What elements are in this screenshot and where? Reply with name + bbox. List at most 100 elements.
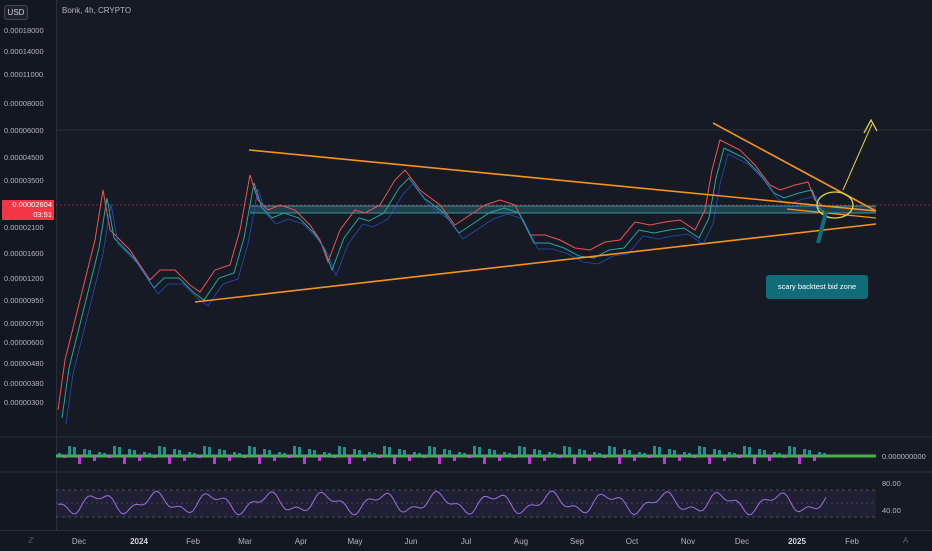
histogram-bar bbox=[678, 456, 681, 461]
histogram-bar bbox=[238, 453, 241, 456]
histogram-bar bbox=[408, 456, 411, 461]
histogram-bar bbox=[483, 456, 486, 464]
histogram-bar bbox=[63, 456, 66, 458]
auto-scale-icon[interactable]: A bbox=[903, 536, 908, 545]
histogram-bar bbox=[58, 453, 61, 456]
x-tick: Mar bbox=[238, 537, 252, 546]
histogram-bar bbox=[388, 447, 391, 456]
x-tick: Dec bbox=[71, 537, 87, 546]
histogram-bar bbox=[608, 446, 611, 456]
histogram-bar bbox=[193, 453, 196, 456]
histogram-bar bbox=[93, 456, 96, 461]
histogram-bar bbox=[598, 453, 601, 456]
histogram-bar bbox=[198, 456, 201, 458]
histogram-bar bbox=[298, 447, 301, 456]
histogram-bar bbox=[73, 447, 76, 456]
histogram-bar bbox=[788, 446, 791, 456]
histogram-bar bbox=[548, 452, 551, 456]
histogram-bar bbox=[543, 456, 546, 461]
rsi-lower-label: 40.00 bbox=[882, 506, 901, 515]
zoom-icon[interactable]: ℤ bbox=[28, 536, 34, 545]
histogram-bar bbox=[488, 449, 491, 456]
histogram-bar bbox=[683, 452, 686, 456]
histogram-bar bbox=[473, 446, 476, 456]
histogram-bar bbox=[138, 456, 141, 461]
time-axis[interactable]: ℤ Dec 2024 Feb Mar Apr May Jun Jul Aug S… bbox=[0, 530, 932, 551]
histogram-bar bbox=[113, 446, 116, 456]
histogram-bar bbox=[503, 452, 506, 456]
histogram-bar bbox=[258, 456, 261, 464]
histogram-bar bbox=[633, 456, 636, 461]
histogram-bar bbox=[623, 449, 626, 456]
histogram-bar bbox=[568, 447, 571, 456]
histogram-bar bbox=[213, 456, 216, 464]
moving-average-slow bbox=[65, 153, 831, 425]
histogram-bar bbox=[233, 452, 236, 456]
x-tick: Feb bbox=[845, 537, 859, 546]
histogram-bar bbox=[453, 456, 456, 461]
histogram-bar bbox=[618, 456, 621, 464]
histogram-bar bbox=[183, 456, 186, 461]
histogram-bar bbox=[323, 452, 326, 456]
histogram-bar bbox=[798, 456, 801, 464]
histogram-bar bbox=[613, 447, 616, 456]
histogram-bar bbox=[768, 456, 771, 461]
histogram-bar bbox=[268, 450, 271, 456]
histogram-bar bbox=[713, 449, 716, 456]
histogram-bar bbox=[428, 446, 431, 456]
histogram-bar bbox=[338, 446, 341, 456]
histogram-bar bbox=[748, 447, 751, 456]
histogram-bar bbox=[158, 446, 161, 456]
histogram-bar bbox=[148, 453, 151, 456]
x-tick: Oct bbox=[625, 537, 639, 546]
upper-trendline[interactable] bbox=[248, 149, 877, 212]
price-line-path bbox=[57, 139, 823, 411]
histogram-bar bbox=[448, 450, 451, 456]
histogram-bar bbox=[658, 447, 661, 456]
x-tick: 2025 bbox=[788, 537, 806, 546]
histogram-bar bbox=[143, 452, 146, 456]
histogram-bar bbox=[103, 453, 106, 456]
histogram-bar bbox=[273, 456, 276, 461]
histogram-bar bbox=[318, 456, 321, 461]
histogram-bar bbox=[403, 450, 406, 456]
moving-average-fast bbox=[61, 147, 827, 419]
indicator-value: 0.000000000 bbox=[882, 452, 926, 461]
histogram-bar bbox=[703, 447, 706, 456]
histogram-bar bbox=[163, 447, 166, 456]
histogram-bar bbox=[263, 449, 266, 456]
histogram-bar bbox=[173, 449, 176, 456]
x-tick: Nov bbox=[680, 537, 696, 546]
histogram-bar bbox=[763, 450, 766, 456]
x-tick: Jun bbox=[404, 537, 418, 546]
histogram-bar bbox=[573, 456, 576, 464]
histogram-bar bbox=[808, 450, 811, 456]
histogram-bar bbox=[108, 456, 111, 458]
bid-zone[interactable] bbox=[250, 206, 876, 213]
histogram-bar bbox=[313, 450, 316, 456]
histogram-bar bbox=[308, 449, 311, 456]
histogram-bar bbox=[223, 450, 226, 456]
breakout-arrow[interactable] bbox=[842, 123, 873, 191]
histogram-bar bbox=[88, 450, 91, 456]
histogram-bar bbox=[523, 447, 526, 456]
histogram-bar bbox=[628, 450, 631, 456]
histogram-bar bbox=[773, 452, 776, 456]
x-tick: 2024 bbox=[130, 537, 148, 546]
histogram-bar bbox=[733, 453, 736, 456]
histogram-bar bbox=[738, 456, 741, 458]
annotation-label[interactable]: scary backtest bid zone bbox=[766, 275, 868, 299]
histogram-bar bbox=[98, 452, 101, 456]
histogram-bar bbox=[718, 450, 721, 456]
histogram-bar bbox=[433, 447, 436, 456]
histogram-bar bbox=[673, 450, 676, 456]
histogram-bar bbox=[818, 452, 821, 456]
histogram-bar bbox=[538, 450, 541, 456]
histogram-bar bbox=[478, 447, 481, 456]
histogram-bar bbox=[208, 447, 211, 456]
chart-canvas[interactable] bbox=[0, 0, 932, 530]
histogram-bar bbox=[563, 446, 566, 456]
histogram-bar bbox=[278, 452, 281, 456]
histogram-bar bbox=[283, 453, 286, 456]
histogram-bar bbox=[603, 456, 606, 458]
